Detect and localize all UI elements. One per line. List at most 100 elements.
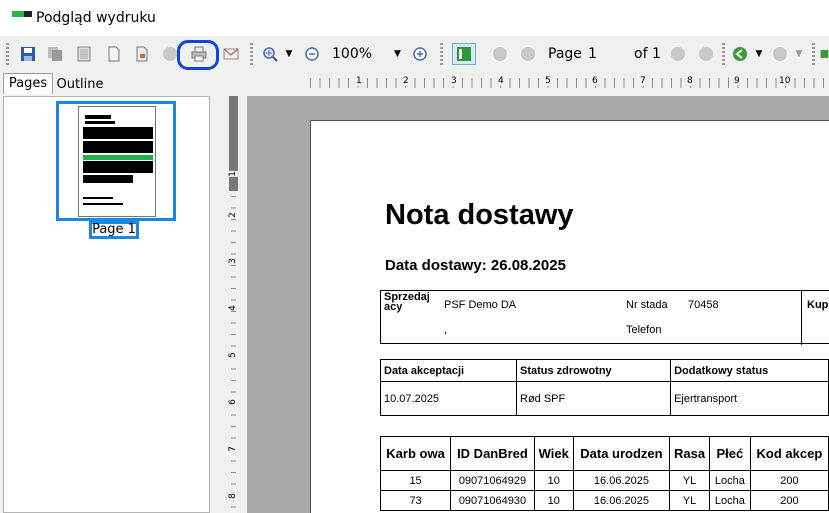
toolbar: ▼ 100% ▼ Page 1 of 1 ▼ ▼ — [0, 38, 829, 70]
document-title: Nota dostawy — [385, 199, 574, 231]
cell-acceptance-code: 200 — [749, 490, 829, 511]
ruler-number: 1 — [227, 171, 238, 177]
ruler-number: 1 — [355, 76, 363, 86]
header-breed: Rasa — [669, 436, 710, 471]
health-status: Rød SPF — [515, 381, 672, 416]
ruler-number: 10 — [778, 76, 792, 86]
forward-button[interactable] — [770, 44, 790, 64]
herd-label: Nr stada — [626, 299, 668, 311]
thumbnails-icon — [457, 47, 471, 61]
toolbar-grip[interactable] — [6, 43, 9, 65]
zoom-combo[interactable]: 100% ▼ — [326, 43, 406, 65]
header-health-status: Status zdrowotny — [515, 359, 672, 382]
thumbnail-line — [85, 121, 115, 124]
page-thumbnail[interactable] — [78, 106, 156, 217]
phone-label: Telefon — [626, 324, 662, 336]
cell-breed: YL — [669, 470, 710, 491]
first-page-button[interactable] — [490, 44, 510, 64]
ruler-ticks — [310, 78, 829, 88]
ruler-number: 3 — [450, 76, 458, 86]
thumbnails-toggle-button[interactable] — [452, 43, 476, 65]
overflow-button[interactable] — [820, 44, 829, 64]
header-acceptance-code: Kod akcep — [749, 436, 829, 471]
ruler-number: 7 — [639, 76, 647, 86]
ruler-number: 4 — [497, 76, 505, 86]
zoom-out-button[interactable] — [302, 44, 322, 64]
header-ear-tag: Karb owa — [379, 436, 452, 471]
ruler-number: 5 — [227, 352, 238, 358]
cell-danbred-id: 09071064930 — [450, 490, 535, 511]
header-danbred-id: ID DanBred — [450, 436, 535, 471]
seller-name: PSF Demo DA — [444, 299, 517, 311]
last-page-icon — [699, 47, 713, 61]
ruler-number: 7 — [227, 446, 238, 452]
page-setup-button[interactable] — [74, 44, 94, 64]
ruler-number: 8 — [227, 493, 238, 499]
tab-pages[interactable]: Pages — [3, 73, 53, 94]
new-page-button[interactable] — [104, 44, 124, 64]
herd-value: 70458 — [688, 299, 719, 311]
zoom-in-button[interactable] — [260, 44, 280, 64]
copy-button[interactable] — [44, 44, 66, 64]
chevron-down-icon: ▼ — [755, 49, 763, 59]
vertical-ruler: 1 2 3 4 5 6 7 8 — [222, 96, 244, 513]
toolbar-grip[interactable] — [250, 43, 253, 65]
ruler-number: 5 — [544, 76, 552, 86]
page-frame-icon — [77, 46, 91, 62]
title-bar: Podgląd wydruku — [0, 0, 829, 36]
back-arrow-icon — [733, 47, 747, 61]
save-button[interactable] — [18, 44, 38, 64]
chevron-down-icon: ▼ — [795, 49, 803, 59]
zoom-dropdown-arrow[interactable]: ▼ — [284, 44, 294, 64]
seller-comma: , — [444, 324, 448, 336]
previous-page-icon — [521, 47, 535, 61]
minus-circle-icon — [305, 47, 319, 61]
thumbnail-label[interactable]: Page 1 — [89, 221, 139, 239]
seller-divider — [801, 291, 802, 345]
tab-outline[interactable]: Outline — [54, 76, 106, 94]
first-page-icon — [493, 47, 507, 61]
toolbar-grip[interactable] — [812, 43, 815, 65]
forward-arrow-icon — [773, 47, 787, 61]
previous-page-button[interactable] — [518, 44, 538, 64]
thumbnail-highlight-row — [83, 155, 153, 160]
table-row: 73 09071064930 10 16.06.2025 YL Locha 20… — [379, 490, 829, 511]
cell-breed: YL — [669, 490, 710, 511]
thumbnail-line — [83, 197, 113, 199]
ruler-number: 9 — [733, 76, 741, 86]
page-number-input[interactable]: 1 — [584, 43, 630, 65]
page-label: Page — [548, 46, 582, 62]
app-icon — [12, 11, 32, 17]
delivery-date: Data dostawy: 26.08.2025 — [385, 257, 566, 274]
email-button[interactable] — [220, 44, 242, 64]
chevron-down-icon: ▼ — [394, 49, 401, 59]
zoom-in-small-button[interactable] — [410, 44, 430, 64]
export-button[interactable] — [132, 44, 152, 64]
page-number-value: 1 — [588, 46, 597, 62]
toolbar-grip[interactable] — [722, 43, 725, 65]
zoom-value: 100% — [332, 46, 373, 62]
header-additional-status: Dodatkowy status — [670, 359, 829, 382]
copy-icon — [48, 47, 62, 61]
email-icon — [223, 48, 239, 60]
window-title: Podgląd wydruku — [36, 10, 156, 26]
cell-sex: Locha — [708, 490, 751, 511]
ruler-number: 8 — [686, 76, 694, 86]
animals-table: Karb owa ID DanBred Wiek Data urodzen Ra… — [379, 436, 829, 511]
magnifier-plus-icon — [263, 47, 278, 62]
last-page-button[interactable] — [696, 44, 716, 64]
status-table: Data akceptacji Status zdrowotny Dodatko… — [380, 359, 829, 416]
ruler-number: 3 — [227, 258, 238, 264]
forward-dropdown-arrow[interactable]: ▼ — [794, 44, 804, 64]
toolbar-grip[interactable] — [440, 43, 443, 65]
table-row: 15 09071064929 10 16.06.2025 YL Locha 20… — [379, 470, 829, 491]
plus-circle-icon — [413, 47, 427, 61]
thumbnail-block — [83, 127, 153, 139]
next-page-button[interactable] — [668, 44, 688, 64]
back-button[interactable] — [730, 44, 750, 64]
additional-status: Ejertransport — [670, 381, 829, 416]
export-icon — [136, 46, 148, 62]
back-dropdown-arrow[interactable]: ▼ — [754, 44, 764, 64]
header-birth-date: Data urodzen — [572, 436, 671, 471]
ruler-number: 2 — [402, 76, 410, 86]
